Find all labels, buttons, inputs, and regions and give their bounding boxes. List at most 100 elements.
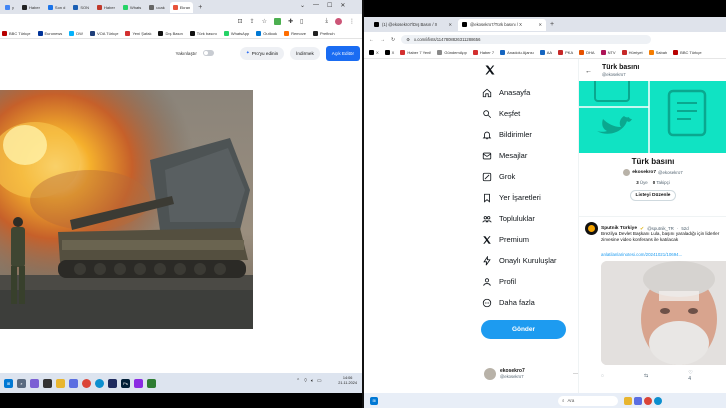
nav-explore[interactable]: Keşfet xyxy=(482,103,582,124)
right-tab-active[interactable]: @ekosekro7/Türk basını / X ✕ xyxy=(458,18,546,31)
nav-notifications[interactable]: Bildirimler xyxy=(482,124,582,145)
edge-icon[interactable] xyxy=(95,378,104,388)
bookmark-item[interactable]: Haber 7 xyxy=(472,50,494,55)
left-tab[interactable]: ucak xyxy=(146,2,167,13)
bookmark-item[interactable]: Dış Basın xyxy=(158,30,183,36)
nav-more[interactable]: Daha fazla xyxy=(482,292,582,313)
site-info-icon[interactable]: ⚙ xyxy=(406,37,410,42)
back-icon[interactable]: ← xyxy=(369,37,374,43)
left-tab[interactable]: Whats xyxy=(120,2,144,13)
maximize-icon[interactable]: ☐ xyxy=(327,2,332,9)
edge-icon[interactable] xyxy=(654,396,662,405)
network-icon[interactable]: ⌔ xyxy=(303,378,308,384)
nav-verified-orgs[interactable]: Onaylı Kuruluşlar xyxy=(482,250,582,271)
nav-bookmarks[interactable]: Yer İşaretleri xyxy=(482,187,582,208)
app-icon[interactable] xyxy=(147,378,156,388)
bookmark-item[interactable]: NTV xyxy=(600,50,616,55)
battery-icon[interactable]: ▭ xyxy=(317,378,322,384)
bookmark-item[interactable]: Euronews xyxy=(37,30,62,36)
windows-start-icon[interactable]: ⊞ xyxy=(370,396,378,405)
copilot-icon[interactable] xyxy=(30,378,39,388)
search-icon[interactable]: ⌕ xyxy=(17,378,26,388)
forward-icon[interactable]: → xyxy=(380,37,385,43)
app-icon[interactable] xyxy=(634,396,642,405)
close-icon[interactable]: ✕ xyxy=(448,22,452,27)
author-avatar[interactable] xyxy=(585,222,598,235)
chat-icon[interactable] xyxy=(69,378,78,388)
nav-messages[interactable]: Mesajlar xyxy=(482,145,582,166)
reply-icon[interactable]: ◌ xyxy=(601,373,604,379)
app-icon[interactable] xyxy=(624,396,632,405)
chevron-up-icon[interactable]: ⌃ xyxy=(296,378,300,384)
extension-icon[interactable] xyxy=(274,17,281,25)
close-icon[interactable]: ✕ xyxy=(538,22,542,27)
url-field[interactable]: ⚙ x.com/i/lists/1147808826311288656 xyxy=(401,35,652,44)
new-tab-icon[interactable]: + xyxy=(198,4,202,11)
open-editor-button[interactable]: Açık Editör xyxy=(325,45,360,61)
tweet-media[interactable] xyxy=(601,261,726,365)
bookmark-item[interactable]: Prefinch xyxy=(312,30,335,36)
chrome-icon[interactable] xyxy=(644,396,652,405)
reload-icon[interactable]: ↻ xyxy=(391,37,395,43)
members-stat[interactable]: 3 Üye xyxy=(636,180,648,185)
bookmark-item[interactable]: X xyxy=(369,50,379,55)
bookmark-item[interactable]: GündemApp xyxy=(437,50,467,55)
list-owner[interactable]: ekosekro7 @ekosekro7 xyxy=(579,169,726,176)
left-tab[interactable]: y xyxy=(2,2,17,13)
left-tab[interactable]: SON xyxy=(70,2,92,13)
star-icon[interactable]: ☆ xyxy=(262,18,267,25)
system-clock[interactable]: 14:06 21.11.2024 xyxy=(338,376,357,386)
taskbar-search[interactable]: ⌕ Ara xyxy=(558,395,618,406)
bookmark-item[interactable]: BBC Türkçe xyxy=(2,30,31,36)
bookmark-item[interactable]: Sabah xyxy=(648,50,667,55)
left-tab[interactable]: Haber xyxy=(94,2,118,13)
left-tab[interactable]: Son d xyxy=(45,2,68,13)
nav-grok[interactable]: Grok xyxy=(482,166,582,187)
bookmark-item[interactable]: Yeni Şafak xyxy=(125,30,151,36)
edit-list-button[interactable]: Listeyi Düzenle xyxy=(629,190,677,201)
post-button[interactable]: Gönder xyxy=(481,320,566,339)
bookmark-item[interactable]: Outlook xyxy=(256,30,277,36)
left-tab-active[interactable]: Ekran xyxy=(169,1,194,13)
repost-icon[interactable]: ⇆ xyxy=(644,373,648,379)
bookmark-item[interactable]: Remove xyxy=(284,30,306,36)
bookmark-item[interactable]: Anadolu Ajansı xyxy=(500,50,534,55)
bookmark-item[interactable]: Haber 7 Yeni! xyxy=(400,50,431,55)
share-icon[interactable]: ⇪ xyxy=(250,18,255,25)
tweet[interactable]: Sputnik Türkiye ✔ @sputnik_TR · 52d Brez… xyxy=(585,222,726,382)
menu-icon[interactable]: ⋮ xyxy=(349,18,355,25)
bookmark-item[interactable]: WhatsApp xyxy=(223,30,249,36)
download-icon[interactable]: ⤓ xyxy=(325,18,328,25)
app-icon[interactable] xyxy=(108,378,117,388)
account-switcher[interactable]: ekosekro7 @ekosekro7 ··· xyxy=(484,364,579,384)
left-tab[interactable]: Haber xyxy=(19,2,43,13)
chevron-down-icon[interactable]: ⌄ xyxy=(300,2,305,9)
nav-premium[interactable]: Premium xyxy=(482,229,582,250)
puzzle-icon[interactable]: ✚ xyxy=(288,18,293,25)
close-icon[interactable]: ✕ xyxy=(340,2,345,9)
chrome-icon[interactable] xyxy=(82,378,91,388)
bookmark-item[interactable]: X xyxy=(384,50,394,55)
file-explorer-icon[interactable] xyxy=(56,378,65,388)
bookmark-item[interactable]: Hürriyet xyxy=(621,50,643,55)
install-icon[interactable]: ⊡ xyxy=(238,18,243,25)
bookmark-item[interactable]: PKA xyxy=(558,50,573,55)
sidebar-icon[interactable]: ▯ xyxy=(300,18,303,25)
app-icon[interactable] xyxy=(134,378,143,388)
back-arrow-icon[interactable]: ← xyxy=(585,68,592,75)
followers-stat[interactable]: 0 Takipçi xyxy=(653,180,670,185)
volume-icon[interactable]: 🔈︎ xyxy=(311,378,314,384)
bookmark-item[interactable]: DW xyxy=(69,30,83,36)
right-tab[interactable]: (1) @ekosekro7/Dış Basın / X ✕ xyxy=(370,19,456,31)
photoshop-icon[interactable]: Ps xyxy=(121,378,130,388)
bookmark-item[interactable]: Türk basını xyxy=(189,30,217,36)
minimize-icon[interactable]: — xyxy=(313,2,319,9)
nav-home[interactable]: Anasayfa xyxy=(482,82,582,103)
zoom-toggle[interactable] xyxy=(202,50,214,56)
bookmark-item[interactable]: DHA xyxy=(579,50,595,55)
new-tab-icon[interactable]: + xyxy=(550,21,554,28)
windows-start-icon[interactable]: ⊞ xyxy=(4,378,13,388)
bookmark-item[interactable]: BBC Türkçe xyxy=(673,50,702,55)
bookmark-item[interactable]: AA xyxy=(539,50,552,55)
nav-communities[interactable]: Topluluklar xyxy=(482,208,582,229)
